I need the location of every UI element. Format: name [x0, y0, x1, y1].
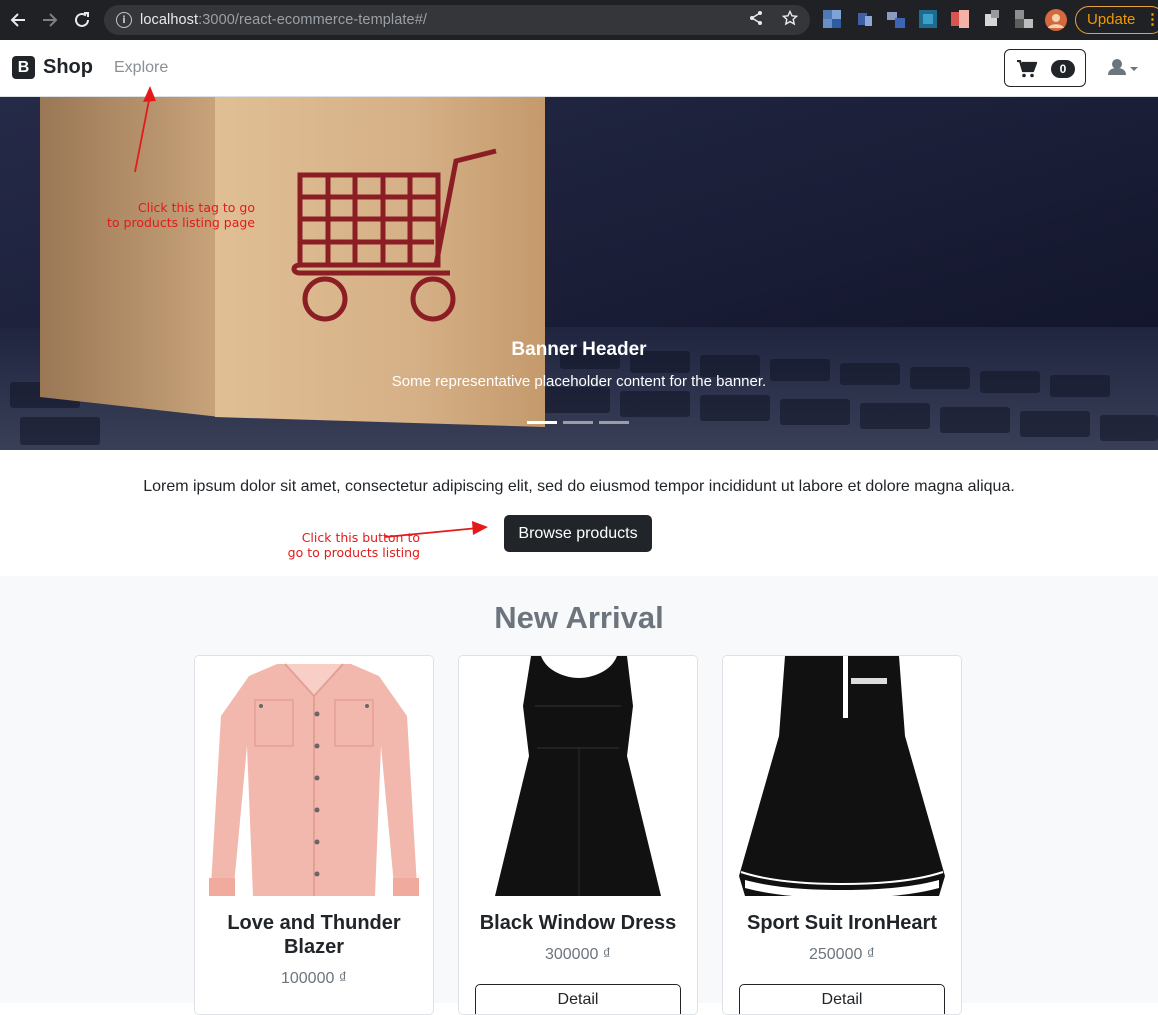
product-price: 250000 ₫	[808, 946, 876, 963]
browse-annotation: Click this button to go to products list…	[270, 530, 420, 560]
section-title: New Arrival	[494, 600, 664, 635]
detail-button[interactable]: Detail	[739, 984, 945, 1014]
product-image-black-dress[interactable]	[459, 656, 697, 896]
explore-annotation: Click this tag to go to products listing…	[100, 200, 255, 230]
intro-text: Lorem ipsum dolor sit amet, consectetur …	[143, 478, 1015, 495]
product-name[interactable]: Sport Suit IronHeart	[733, 911, 951, 935]
new-arrival-section: New Arrival Love and Thunder Blazer 1000…	[0, 576, 1158, 1015]
explore-arrowhead	[143, 86, 156, 102]
product-name[interactable]: Love and Thunder Blazer	[205, 911, 423, 959]
product-price: 300000 ₫	[544, 946, 612, 963]
product-price: 100000 ₫	[280, 970, 348, 987]
annotation-line: go to products listing	[287, 545, 420, 560]
browse-products-button[interactable]: Browse products	[504, 515, 652, 552]
explore-arrow	[134, 94, 151, 173]
browse-arrowhead	[472, 521, 488, 535]
detail-button[interactable]: Detail	[475, 984, 681, 1014]
product-image-sport-dress[interactable]	[723, 656, 961, 896]
product-card[interactable]: Love and Thunder Blazer 100000 ₫	[194, 655, 434, 1015]
annotation-line: to products listing page	[107, 215, 255, 230]
annotation-line: Click this button to	[301, 530, 420, 545]
product-name[interactable]: Black Window Dress	[469, 911, 687, 935]
product-image-pink-shirt[interactable]	[195, 656, 433, 896]
product-card[interactable]: Sport Suit IronHeart 250000 ₫ Detail	[722, 655, 962, 1015]
product-card[interactable]: Black Window Dress 300000 ₫ Detail	[458, 655, 698, 1015]
annotation-line: Click this tag to go	[137, 200, 255, 215]
